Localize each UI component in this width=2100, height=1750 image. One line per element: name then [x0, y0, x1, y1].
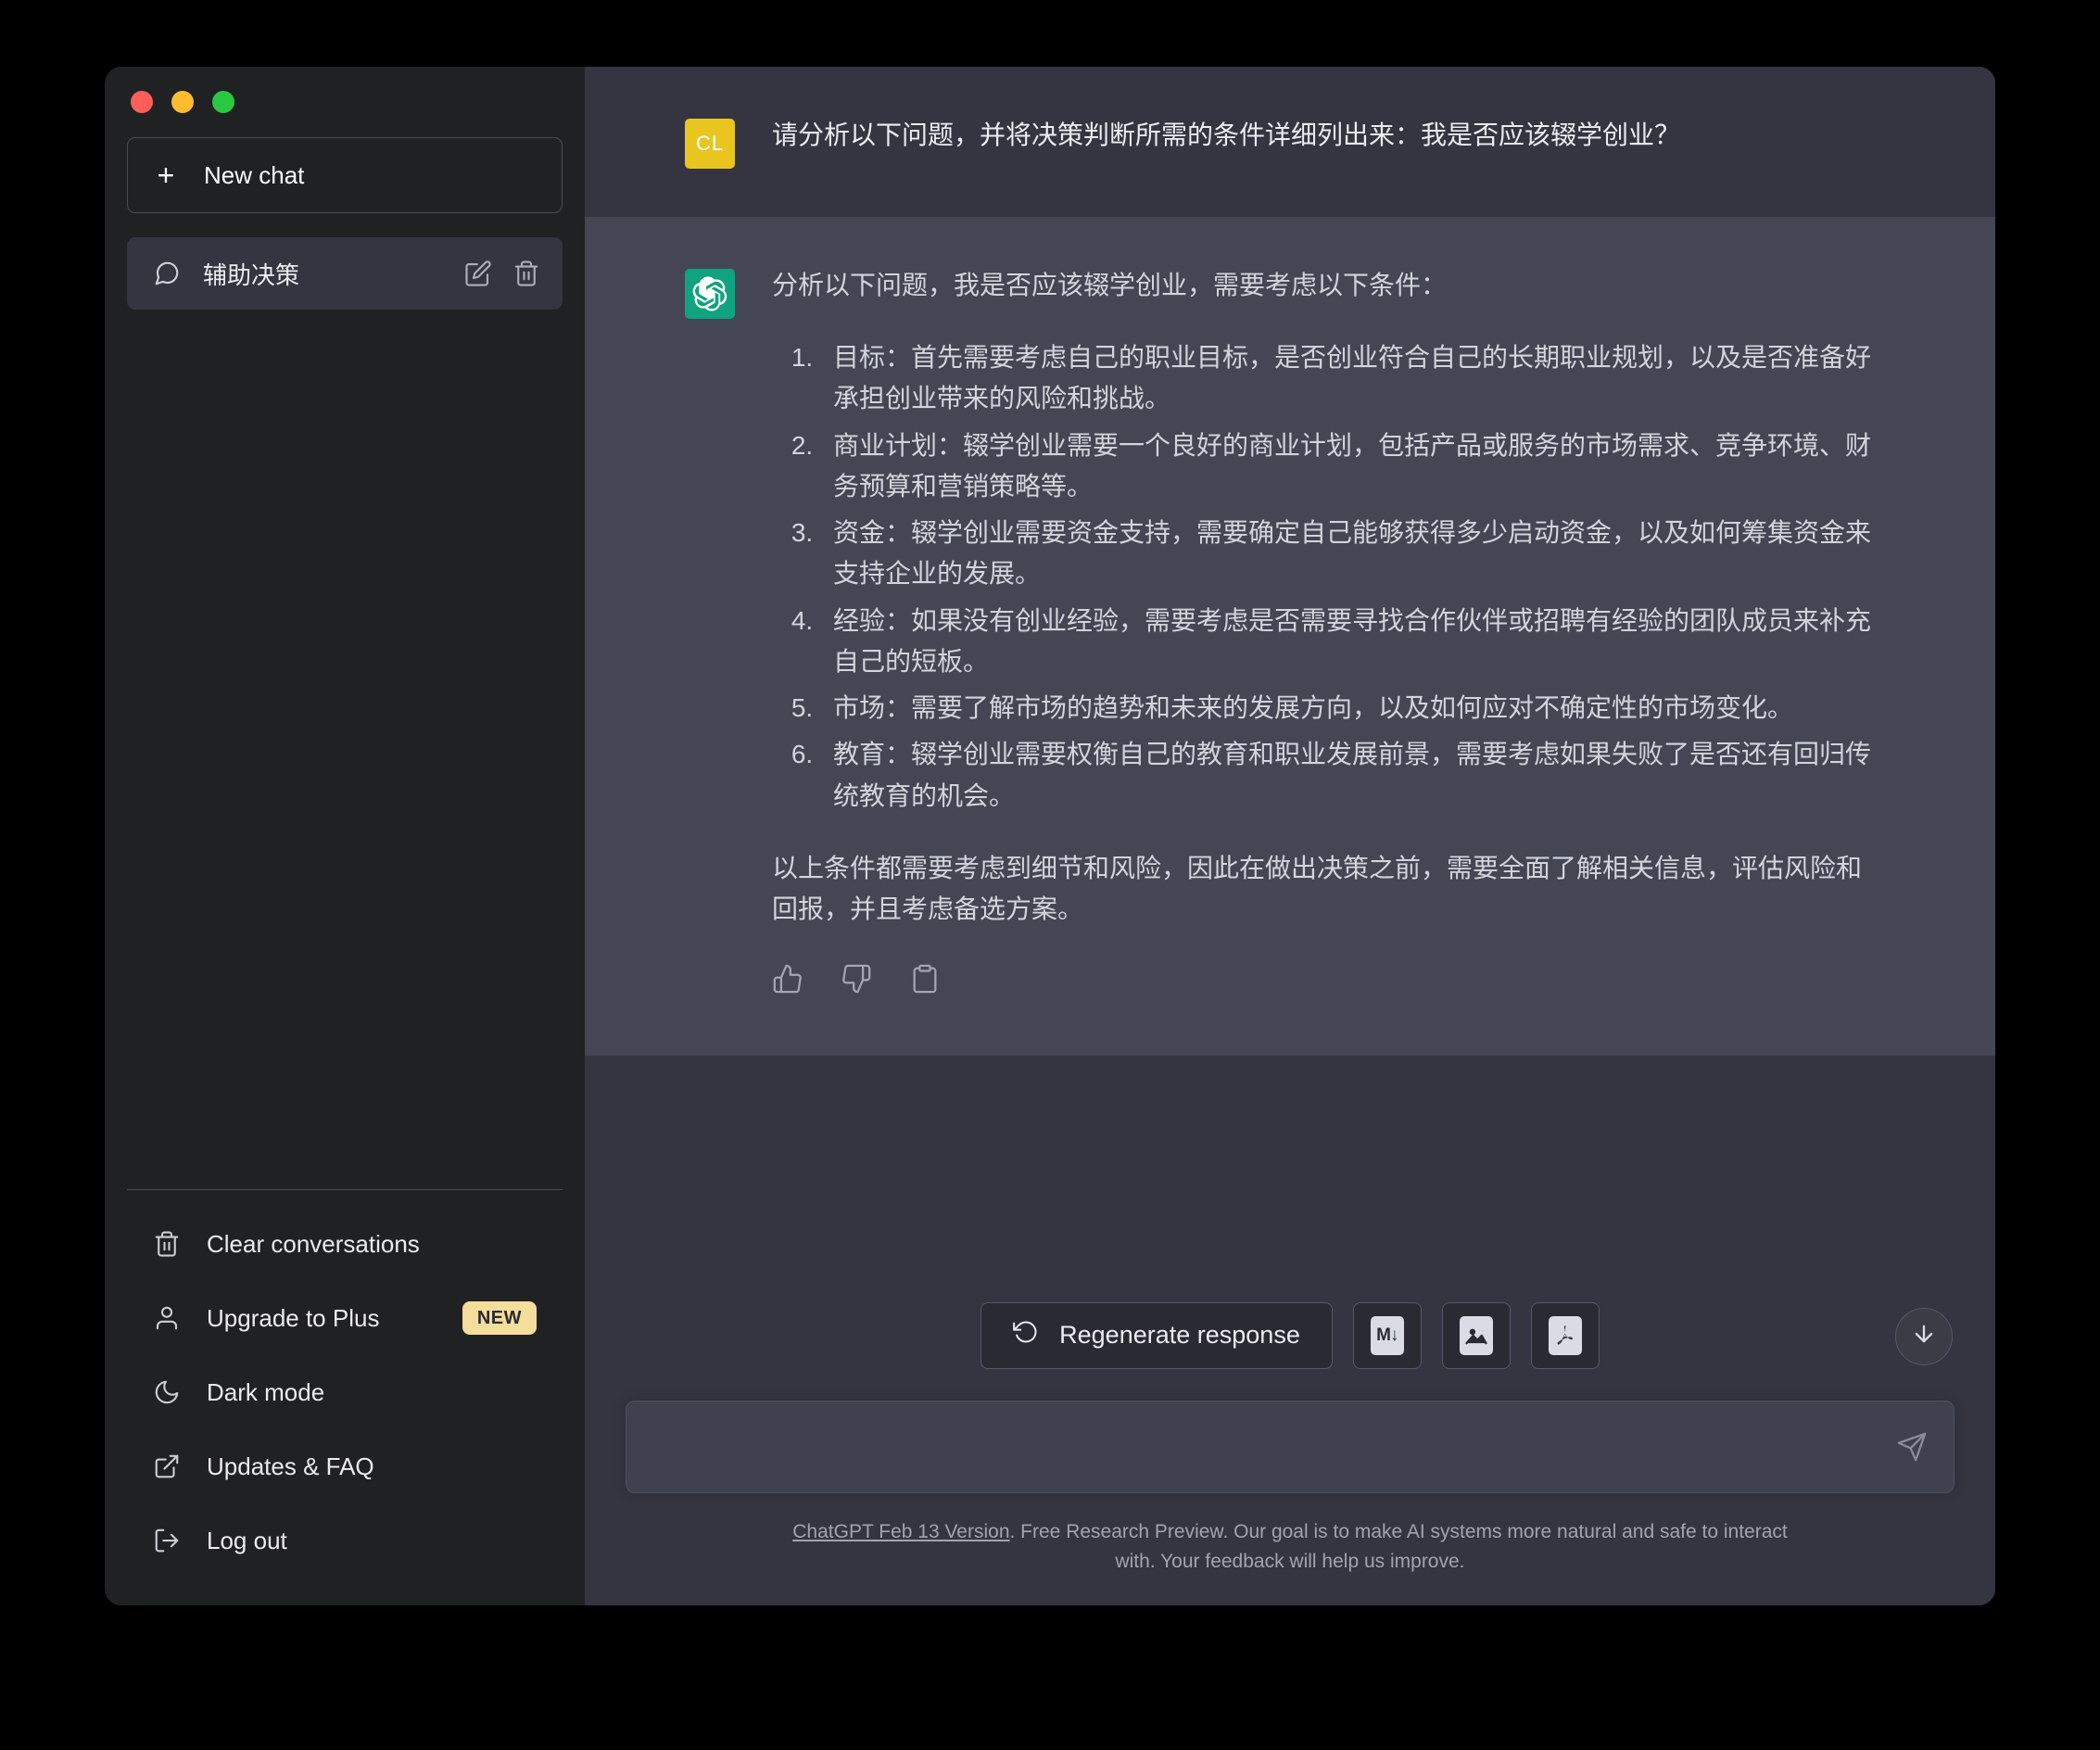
avatar: CL: [685, 119, 735, 169]
thumbs-up-icon[interactable]: [772, 963, 803, 1007]
new-chat-label: New chat: [204, 161, 304, 190]
sidebar-spacer: [105, 310, 585, 1189]
conversation-list: 辅助决策: [127, 237, 563, 310]
user-message: CL 请分析以下问题，并将决策判断所需的条件详细列出来：我是否应该辍学创业？: [585, 67, 1995, 217]
sidebar: + New chat 辅助决策: [105, 67, 585, 1605]
user-icon: [153, 1304, 181, 1332]
message-actions: [772, 930, 1884, 1007]
avatar-initials: CL: [696, 132, 724, 156]
minimize-window-button[interactable]: [171, 91, 194, 113]
edit-icon[interactable]: [464, 260, 492, 287]
main-panel: CL 请分析以下问题，并将决策判断所需的条件详细列出来：我是否应该辍学创业？ 分…: [585, 67, 1995, 1605]
footer-text: . Free Research Preview. Our goal is to …: [1010, 1521, 1788, 1573]
sidebar-item-upgrade-to-plus[interactable]: Upgrade to Plus NEW: [127, 1281, 563, 1355]
trash-icon[interactable]: [512, 260, 540, 287]
chat-bubble-icon: [153, 260, 181, 287]
sidebar-item-clear-conversations[interactable]: Clear conversations: [127, 1207, 563, 1281]
assistant-outro: 以上条件都需要考虑到细节和风险，因此在做出决策之前，需要全面了解相关信息，评估风…: [772, 848, 1884, 930]
logout-icon: [153, 1527, 181, 1554]
regenerate-response-label: Regenerate response: [1059, 1321, 1300, 1350]
refresh-icon: [1013, 1319, 1039, 1351]
assistant-intro: 分析以下问题，我是否应该辍学创业，需要考虑以下条件：: [772, 265, 1884, 306]
sidebar-item-label: Updates & FAQ: [207, 1452, 537, 1481]
scroll-to-bottom-button[interactable]: [1895, 1308, 1953, 1365]
assistant-message-body: 分析以下问题，我是否应该辍学创业，需要考虑以下条件： 目标：首先需要考虑自己的职…: [772, 265, 1884, 1008]
version-link[interactable]: ChatGPT Feb 13 Version: [792, 1521, 1009, 1542]
list-item: 经验：如果没有创业经验，需要考虑是否需要寻找合作伙伴或招聘有经验的团队成员来补充…: [820, 601, 1884, 682]
regenerate-response-button[interactable]: Regenerate response: [980, 1302, 1333, 1369]
conditions-list: 目标：首先需要考虑自己的职业目标，是否创业符合自己的长期职业规划，以及是否准备好…: [772, 337, 1884, 817]
pdf-icon: [1549, 1316, 1582, 1355]
conversation-actions: [464, 260, 540, 287]
list-item: 目标：首先需要考虑自己的职业目标，是否创业符合自己的长期职业规划，以及是否准备好…: [820, 337, 1884, 419]
app-window: + New chat 辅助决策: [105, 67, 1995, 1605]
copy-icon[interactable]: [909, 963, 941, 1007]
status-badge: NEW: [462, 1301, 537, 1335]
message-input-container[interactable]: [626, 1401, 1955, 1493]
sidebar-item-dark-mode[interactable]: Dark mode: [127, 1355, 563, 1429]
image-icon: [1460, 1316, 1493, 1355]
window-controls: [105, 67, 585, 128]
sidebar-item-updates-faq[interactable]: Updates & FAQ: [127, 1429, 563, 1503]
composer: Regenerate response M↓: [585, 1378, 1995, 1605]
external-link-icon: [153, 1452, 181, 1480]
thumbs-down-icon[interactable]: [841, 963, 872, 1007]
conversation-title: 辅助决策: [203, 257, 442, 291]
export-markdown-button[interactable]: M↓: [1353, 1302, 1422, 1369]
list-item: 商业计划：辍学创业需要一个良好的商业计划，包括产品或服务的市场需求、竞争环境、财…: [820, 425, 1884, 507]
user-message-text: 请分析以下问题，并将决策判断所需的条件详细列出来：我是否应该辍学创业？: [772, 115, 1884, 169]
moon-icon: [153, 1378, 181, 1406]
message-input[interactable]: [652, 1401, 1881, 1492]
sidebar-item-label: Dark mode: [207, 1378, 537, 1407]
conversation-item-active[interactable]: 辅助决策: [127, 237, 563, 310]
export-image-button[interactable]: [1442, 1302, 1511, 1369]
sidebar-menu: Clear conversations Upgrade to Plus NEW: [127, 1189, 563, 1605]
sidebar-item-label: Log out: [207, 1527, 537, 1555]
trash-icon: [153, 1230, 181, 1258]
footer-disclaimer: ChatGPT Feb 13 Version. Free Research Pr…: [585, 1493, 1995, 1605]
sidebar-item-label: Clear conversations: [207, 1230, 537, 1259]
chatgpt-logo-icon: [685, 269, 735, 319]
list-item: 资金：辍学创业需要资金支持，需要确定自己能够获得多少启动资金，以及如何筹集资金来…: [820, 513, 1884, 594]
plus-icon: +: [154, 160, 178, 190]
send-icon[interactable]: [1881, 1431, 1928, 1463]
markdown-icon: M↓: [1371, 1316, 1404, 1355]
export-pdf-button[interactable]: [1531, 1302, 1600, 1369]
sidebar-item-log-out[interactable]: Log out: [127, 1503, 563, 1578]
maximize-window-button[interactable]: [212, 91, 234, 113]
arrow-down-icon: [1911, 1321, 1937, 1351]
sidebar-item-label: Upgrade to Plus: [207, 1304, 436, 1333]
list-item: 市场：需要了解市场的趋势和未来的发展方向，以及如何应对不确定性的市场变化。: [820, 688, 1884, 729]
assistant-message: 分析以下问题，我是否应该辍学创业，需要考虑以下条件： 目标：首先需要考虑自己的职…: [585, 217, 1995, 1056]
new-chat-button[interactable]: + New chat: [127, 137, 563, 213]
sidebar-top: + New chat 辅助决策: [105, 128, 585, 310]
list-item: 教育：辍学创业需要权衡自己的教育和职业发展前景，需要考虑如果失败了是否还有回归传…: [820, 734, 1884, 816]
close-window-button[interactable]: [131, 91, 153, 113]
chat-thread: CL 请分析以下问题，并将决策判断所需的条件详细列出来：我是否应该辍学创业？ 分…: [585, 67, 1995, 1378]
